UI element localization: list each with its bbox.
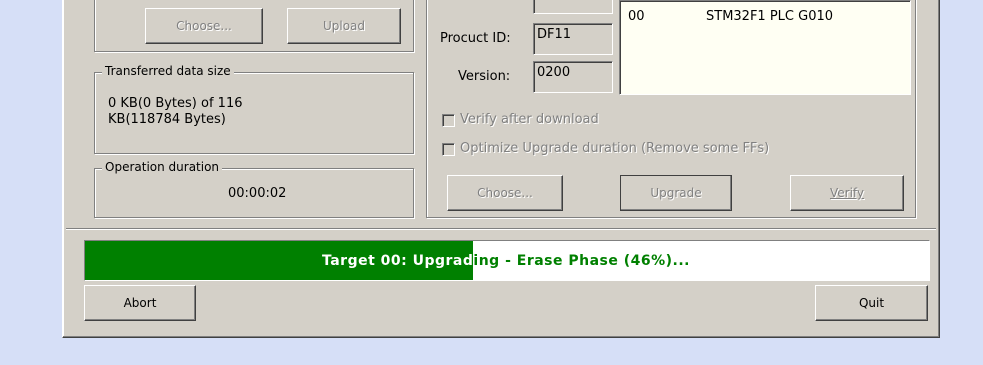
quit-button[interactable]: Quit: [815, 285, 928, 321]
upgrade-button[interactable]: Upgrade: [620, 175, 732, 211]
duration-value: 00:00:02: [228, 186, 287, 201]
upload-button-label: Upload: [322, 19, 366, 33]
optimize-upgrade-checkbox[interactable]: [442, 143, 455, 156]
target-name: STM32F1 PLC G010: [706, 9, 834, 24]
quit-button-label: Quit: [858, 296, 885, 310]
progress-fill: Target 00: Upgrading - Erase Phase (46%)…: [85, 241, 474, 280]
upgrade-progress-bar: Target 00: Upgrading - Erase Phase (46%)…: [84, 240, 930, 281]
product-id-field: DF11: [533, 23, 613, 55]
verify-after-download-label: Verify after download: [460, 112, 599, 127]
target-list-row[interactable]: 00 STM32F1 PLC G010: [628, 9, 898, 27]
target-list[interactable]: 00 STM32F1 PLC G010: [619, 0, 911, 95]
upload-button[interactable]: Upload: [287, 8, 401, 44]
transferred-group-title: Transferred data size: [102, 64, 234, 78]
verify-button-label: Verify: [829, 186, 865, 200]
optimize-upgrade-label: Optimize Upgrade duration (Remove some F…: [460, 141, 770, 156]
verify-after-download-checkbox[interactable]: [442, 114, 455, 127]
transferred-size-text: 0 KB(0 Bytes) of 116 KB(118784 Bytes): [108, 96, 243, 127]
product-id-label: Procuct ID:: [440, 31, 511, 46]
target-id: 00: [628, 9, 645, 24]
abort-button[interactable]: Abort: [84, 285, 196, 321]
upload-choose-label: Choose...: [176, 19, 232, 33]
abort-button-label: Abort: [123, 296, 157, 310]
verify-button[interactable]: Verify: [790, 175, 904, 211]
duration-group-title: Operation duration: [102, 160, 223, 174]
upgrade-button-label: Upgrade: [650, 186, 702, 200]
version-label: Version:: [458, 69, 511, 84]
upload-choose-button[interactable]: Choose...: [145, 8, 263, 44]
upgrade-choose-button[interactable]: Choose...: [447, 175, 563, 211]
version-field: 0200: [533, 61, 613, 93]
upgrade-choose-label: Choose...: [477, 186, 533, 200]
progress-text-overlay: Target 00: Upgrading - Erase Phase (46%)…: [321, 252, 474, 269]
separator: [66, 228, 936, 230]
device-field-partial: [533, 0, 613, 14]
